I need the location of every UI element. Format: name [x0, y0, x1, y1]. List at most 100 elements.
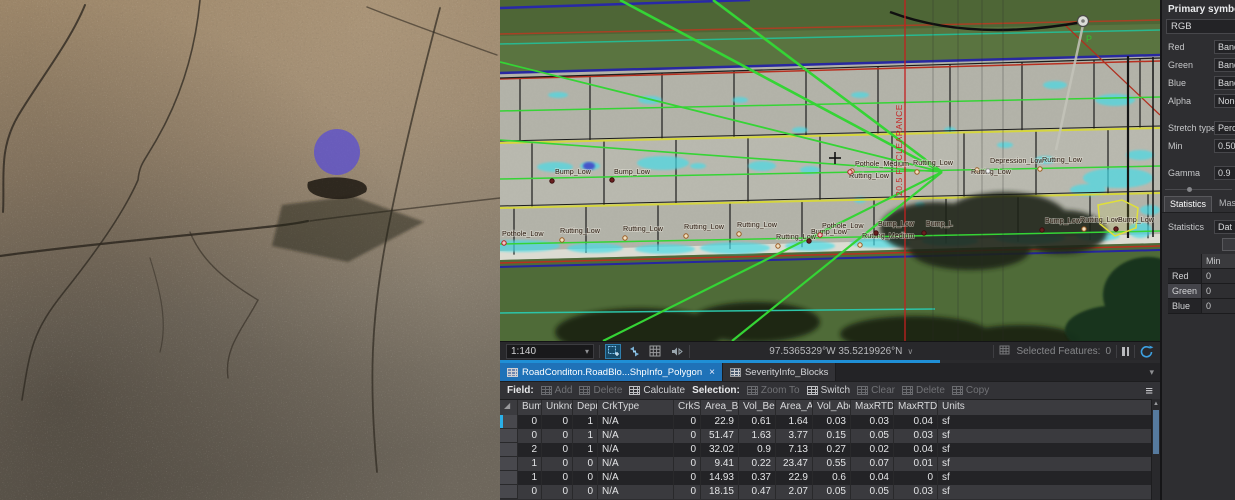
select-tool-icon[interactable]: [605, 344, 621, 359]
scrollbar-thumb[interactable]: [1153, 410, 1159, 454]
pause-drawing-icon[interactable]: [1122, 347, 1129, 356]
cell[interactable]: 0: [674, 471, 701, 485]
cell[interactable]: 1.63: [739, 429, 776, 443]
cell[interactable]: 7.13: [776, 443, 813, 457]
column-header-unknown[interactable]: Unknown: [542, 400, 573, 415]
cell[interactable]: 0.04: [894, 443, 938, 457]
cell[interactable]: 1.64: [776, 415, 813, 429]
cell[interactable]: 0: [674, 457, 701, 471]
stat-row-label[interactable]: Green: [1168, 284, 1202, 299]
column-header-crksevrt[interactable]: CrkSevrt: [674, 400, 701, 415]
cell[interactable]: 1: [573, 443, 598, 457]
cell[interactable]: 0.15: [813, 429, 851, 443]
tab-mask[interactable]: Mask: [1214, 196, 1235, 212]
gamma-input[interactable]: 0.9: [1214, 166, 1235, 180]
cell[interactable]: 0: [674, 443, 701, 457]
cell[interactable]: N/A: [598, 471, 674, 485]
cell[interactable]: 0: [542, 443, 573, 457]
row-selector[interactable]: [500, 471, 518, 485]
cell[interactable]: 1: [518, 457, 542, 471]
cell[interactable]: sf: [938, 471, 1160, 485]
table-row[interactable]: 001N/A051.471.633.770.150.050.03sf: [500, 429, 1160, 443]
column-header-bump[interactable]: Bump: [518, 400, 542, 415]
column-header-maxrtdpthl[interactable]: MaxRTDpthL: [851, 400, 894, 415]
column-header-vol_below[interactable]: Vol_Below: [739, 400, 776, 415]
field-add-button[interactable]: Add: [541, 385, 573, 396]
cell[interactable]: 0.55: [813, 457, 851, 471]
cell[interactable]: 0.01: [894, 457, 938, 471]
column-header-vol_above[interactable]: Vol_Above: [813, 400, 851, 415]
cell[interactable]: 1: [573, 429, 598, 443]
cell[interactable]: sf: [938, 443, 1160, 457]
stretch-type-select[interactable]: Perc: [1214, 121, 1235, 135]
column-header-crktype[interactable]: CrkType: [598, 400, 674, 415]
row-selector[interactable]: [500, 457, 518, 471]
grid-icon[interactable]: [647, 344, 663, 359]
sound-icon[interactable]: [668, 344, 684, 359]
cell[interactable]: 0.61: [739, 415, 776, 429]
cell[interactable]: 23.47: [776, 457, 813, 471]
alpha-band-select[interactable]: None: [1214, 94, 1235, 108]
cell[interactable]: 22.9: [776, 471, 813, 485]
min-input[interactable]: 0.50: [1214, 139, 1235, 153]
cell[interactable]: sf: [938, 457, 1160, 471]
cell[interactable]: 0.03: [894, 485, 938, 499]
coordinates-display[interactable]: 97.5365329°W 35.5219926°N: [769, 346, 902, 357]
table-row[interactable]: 100N/A09.410.2223.470.550.070.01sf: [500, 457, 1160, 471]
tab-list-caret-icon[interactable]: ▾: [1143, 367, 1160, 378]
cell[interactable]: 0: [542, 485, 573, 499]
table-menu-icon[interactable]: ≡: [1145, 384, 1153, 397]
cell[interactable]: 0: [573, 471, 598, 485]
selection-switch-button[interactable]: Switch: [807, 385, 850, 396]
cell[interactable]: N/A: [598, 429, 674, 443]
green-band-select[interactable]: Band: [1214, 58, 1235, 72]
cell[interactable]: 0: [542, 457, 573, 471]
cell[interactable]: 0: [573, 457, 598, 471]
column-header-maxrtdpthr[interactable]: MaxRTDpthR: [894, 400, 938, 415]
column-header-units[interactable]: Units: [938, 400, 1160, 415]
cell[interactable]: 22.9: [701, 415, 739, 429]
gamma-slider[interactable]: [1165, 189, 1232, 190]
cell[interactable]: 0.9: [739, 443, 776, 457]
refresh-icon[interactable]: [1140, 345, 1154, 358]
map-scale-select[interactable]: 1:140 ▾: [506, 344, 594, 359]
cell[interactable]: 0.27: [813, 443, 851, 457]
row-selector[interactable]: [500, 485, 518, 499]
statistics-select[interactable]: Dat: [1214, 220, 1235, 234]
cell[interactable]: 0: [518, 485, 542, 499]
cell[interactable]: 0.47: [739, 485, 776, 499]
cell[interactable]: 0: [518, 415, 542, 429]
renderer-select[interactable]: RGB: [1166, 19, 1235, 34]
tab-roadcondition-polygon[interactable]: RoadConditon.RoadBlo...ShpInfo_Polygon ×: [500, 363, 723, 381]
tab-statistics[interactable]: Statistics: [1164, 196, 1212, 212]
selection-clear-button[interactable]: Clear: [857, 385, 895, 396]
blue-band-select[interactable]: Band: [1214, 76, 1235, 90]
table-row[interactable]: 100N/A014.930.3722.90.60.040sf: [500, 471, 1160, 485]
cell[interactable]: 0.37: [739, 471, 776, 485]
cell[interactable]: N/A: [598, 443, 674, 457]
table-row[interactable]: 000N/A018.150.472.070.050.050.03sf: [500, 485, 1160, 499]
cell[interactable]: 3.77: [776, 429, 813, 443]
cell[interactable]: 14.93: [701, 471, 739, 485]
cell[interactable]: 1: [573, 415, 598, 429]
cell[interactable]: 0.03: [851, 415, 894, 429]
partial-button[interactable]: [1222, 238, 1235, 251]
tab-severityinfo-blocks[interactable]: SeverityInfo_Blocks: [723, 363, 836, 381]
selection-delete-button[interactable]: Delete: [902, 385, 945, 396]
select-all-corner[interactable]: ◢: [500, 400, 518, 415]
cell[interactable]: 9.41: [701, 457, 739, 471]
cell[interactable]: N/A: [598, 415, 674, 429]
chevron-down-icon[interactable]: ∨: [907, 347, 913, 356]
stat-row-label[interactable]: Blue: [1168, 299, 1202, 314]
cell[interactable]: 1: [518, 471, 542, 485]
column-header-area_below[interactable]: Area_Below: [701, 400, 739, 415]
cell[interactable]: N/A: [598, 457, 674, 471]
row-selector[interactable]: [500, 443, 518, 457]
cell[interactable]: 0.04: [851, 471, 894, 485]
row-selector[interactable]: [500, 429, 518, 443]
cell[interactable]: 2: [518, 443, 542, 457]
selection-zoomto-button[interactable]: Zoom To: [747, 385, 800, 396]
red-band-select[interactable]: Band: [1214, 40, 1235, 54]
map-view[interactable]: P 20.5 FT CLEARANCE Bump_LowBump_LowPoth…: [500, 0, 1160, 341]
cell[interactable]: 0.22: [739, 457, 776, 471]
